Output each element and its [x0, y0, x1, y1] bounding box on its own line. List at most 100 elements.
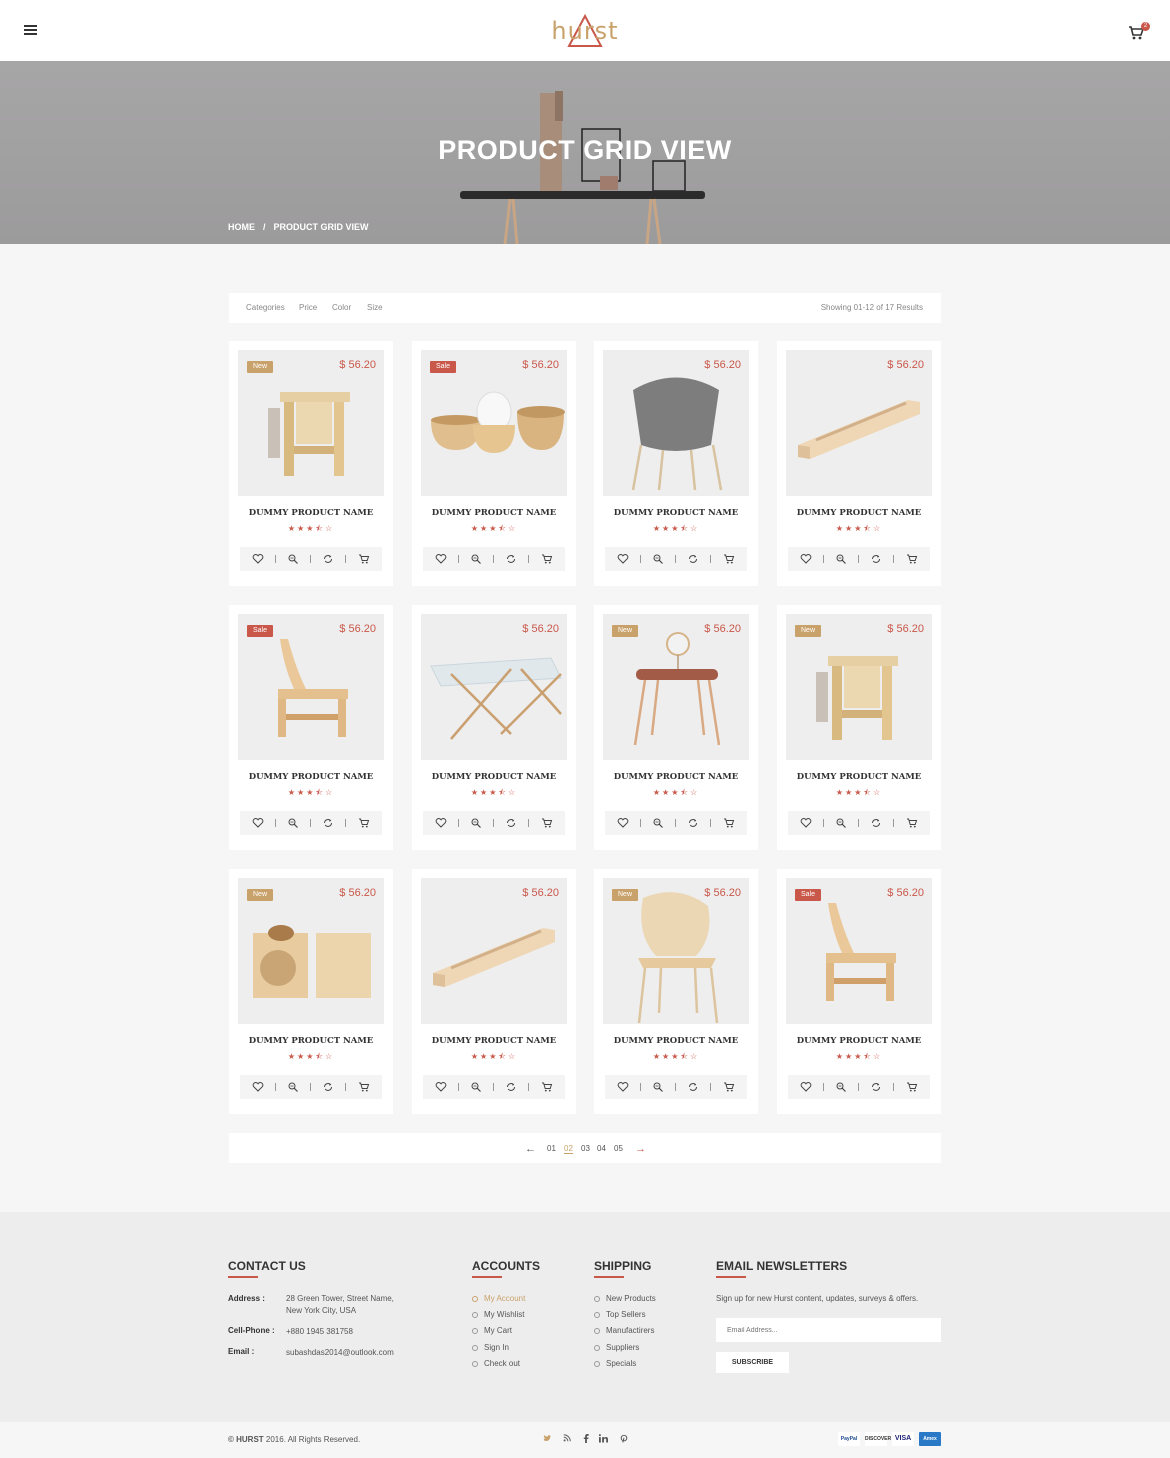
product-image[interactable]: Sale $ 56.20	[421, 350, 567, 496]
filter-color[interactable]: Color	[332, 303, 351, 312]
zoom-icon[interactable]	[470, 553, 482, 565]
add-to-cart-icon[interactable]	[906, 553, 918, 565]
add-to-cart-icon[interactable]	[358, 1081, 370, 1093]
product-name[interactable]: DUMMY PRODUCT NAME	[229, 508, 393, 518]
compare-icon[interactable]	[870, 553, 882, 565]
link-sign-in[interactable]: Sign In	[472, 1343, 509, 1352]
zoom-icon[interactable]	[652, 1081, 664, 1093]
link-new-products[interactable]: New Products	[594, 1294, 656, 1303]
zoom-icon[interactable]	[835, 553, 847, 565]
filter-price[interactable]: Price	[299, 303, 317, 312]
link-my-cart[interactable]: My Cart	[472, 1326, 512, 1335]
newsletter-email-input[interactable]	[716, 1318, 941, 1342]
zoom-icon[interactable]	[287, 817, 299, 829]
heart-icon[interactable]	[252, 553, 264, 565]
product-name[interactable]: DUMMY PRODUCT NAME	[412, 508, 576, 518]
product-card[interactable]: $ 56.20 DUMMY PRODUCT NAME ★★★⯪☆	[594, 341, 758, 586]
twitter-icon[interactable]	[543, 1434, 552, 1445]
product-name[interactable]: DUMMY PRODUCT NAME	[777, 772, 941, 782]
facebook-icon[interactable]	[583, 1434, 589, 1445]
product-name[interactable]: DUMMY PRODUCT NAME	[594, 772, 758, 782]
product-card[interactable]: Sale $ 56.20 DUMMY PRODUCT NAME ★★★⯪☆	[229, 605, 393, 850]
product-image[interactable]: New $ 56.20	[603, 614, 749, 760]
product-name[interactable]: DUMMY PRODUCT NAME	[594, 508, 758, 518]
site-logo[interactable]: hurst	[535, 12, 635, 52]
heart-icon[interactable]	[435, 553, 447, 565]
rss-icon[interactable]	[563, 1434, 571, 1444]
product-card[interactable]: New $ 56.20 DUMMY PRODUCT NAME ★★★⯪☆	[229, 869, 393, 1114]
heart-icon[interactable]	[435, 817, 447, 829]
breadcrumb-home-link[interactable]: HOME	[228, 222, 255, 232]
add-to-cart-icon[interactable]	[541, 553, 553, 565]
add-to-cart-icon[interactable]	[358, 553, 370, 565]
compare-icon[interactable]	[505, 553, 517, 565]
compare-icon[interactable]	[322, 817, 334, 829]
page-link-03[interactable]: 03	[581, 1144, 590, 1153]
product-card[interactable]: Sale $ 56.20 DUMMY PRODUCT NAME ★★★⯪☆	[412, 341, 576, 586]
product-card[interactable]: $ 56.20 DUMMY PRODUCT NAME ★★★⯪☆	[777, 341, 941, 586]
compare-icon[interactable]	[870, 817, 882, 829]
product-image[interactable]: Sale $ 56.20	[786, 878, 932, 1024]
product-name[interactable]: DUMMY PRODUCT NAME	[229, 772, 393, 782]
product-card[interactable]: New $ 56.20 DUMMY PRODUCT NAME ★★★⯪☆	[777, 605, 941, 850]
page-link-01[interactable]: 01	[547, 1144, 556, 1153]
compare-icon[interactable]	[687, 817, 699, 829]
compare-icon[interactable]	[687, 1081, 699, 1093]
add-to-cart-icon[interactable]	[541, 817, 553, 829]
add-to-cart-icon[interactable]	[906, 817, 918, 829]
filter-size[interactable]: Size	[367, 303, 383, 312]
link-manufacturers[interactable]: Manufactirers	[594, 1326, 654, 1335]
zoom-icon[interactable]	[287, 1081, 299, 1093]
link-my-account[interactable]: My Account	[472, 1294, 525, 1303]
product-name[interactable]: DUMMY PRODUCT NAME	[229, 1036, 393, 1046]
subscribe-button[interactable]: SUBSCRIBE	[716, 1352, 789, 1373]
zoom-icon[interactable]	[652, 817, 664, 829]
heart-icon[interactable]	[252, 1081, 264, 1093]
compare-icon[interactable]	[322, 553, 334, 565]
product-card[interactable]: New $ 56.20 DUMMY PRODUCT NAME ★★★⯪☆	[594, 605, 758, 850]
product-image[interactable]: $ 56.20	[421, 614, 567, 760]
email-value[interactable]: subashdas2014@outlook.com	[286, 1347, 394, 1359]
link-check-out[interactable]: Check out	[472, 1359, 520, 1368]
heart-icon[interactable]	[800, 817, 812, 829]
page-link-02[interactable]: 02	[564, 1144, 573, 1154]
page-link-05[interactable]: 05	[614, 1144, 623, 1153]
product-image[interactable]: $ 56.20	[786, 350, 932, 496]
product-card[interactable]: New $ 56.20 DUMMY PRODUCT NAME ★★★⯪☆	[229, 341, 393, 586]
heart-icon[interactable]	[435, 1081, 447, 1093]
add-to-cart-icon[interactable]	[723, 1081, 735, 1093]
page-link-04[interactable]: 04	[597, 1144, 606, 1153]
link-top-sellers[interactable]: Top Sellers	[594, 1310, 646, 1319]
cart-button[interactable]: 2	[1128, 22, 1150, 42]
heart-icon[interactable]	[800, 553, 812, 565]
heart-icon[interactable]	[617, 1081, 629, 1093]
pinterest-icon[interactable]	[620, 1434, 628, 1445]
zoom-icon[interactable]	[835, 817, 847, 829]
zoom-icon[interactable]	[287, 553, 299, 565]
prev-page-arrow-icon[interactable]: ←	[525, 1143, 536, 1155]
product-card[interactable]: $ 56.20 DUMMY PRODUCT NAME ★★★⯪☆	[412, 869, 576, 1114]
zoom-icon[interactable]	[835, 1081, 847, 1093]
product-name[interactable]: DUMMY PRODUCT NAME	[412, 1036, 576, 1046]
hamburger-menu-icon[interactable]	[24, 25, 37, 35]
product-card[interactable]: $ 56.20 DUMMY PRODUCT NAME ★★★⯪☆	[412, 605, 576, 850]
compare-icon[interactable]	[505, 817, 517, 829]
heart-icon[interactable]	[800, 1081, 812, 1093]
heart-icon[interactable]	[617, 817, 629, 829]
compare-icon[interactable]	[505, 1081, 517, 1093]
add-to-cart-icon[interactable]	[723, 817, 735, 829]
product-image[interactable]: $ 56.20	[421, 878, 567, 1024]
product-card[interactable]: Sale $ 56.20 DUMMY PRODUCT NAME ★★★⯪☆	[777, 869, 941, 1114]
zoom-icon[interactable]	[470, 817, 482, 829]
add-to-cart-icon[interactable]	[541, 1081, 553, 1093]
add-to-cart-icon[interactable]	[358, 817, 370, 829]
filter-categories[interactable]: Categories	[246, 303, 285, 312]
product-image[interactable]: New $ 56.20	[786, 614, 932, 760]
compare-icon[interactable]	[870, 1081, 882, 1093]
product-name[interactable]: DUMMY PRODUCT NAME	[777, 508, 941, 518]
linkedin-icon[interactable]	[598, 1434, 608, 1445]
product-name[interactable]: DUMMY PRODUCT NAME	[412, 772, 576, 782]
link-my-wishlist[interactable]: My Wishlist	[472, 1310, 524, 1319]
compare-icon[interactable]	[322, 1081, 334, 1093]
next-page-arrow-icon[interactable]: →	[635, 1143, 646, 1155]
